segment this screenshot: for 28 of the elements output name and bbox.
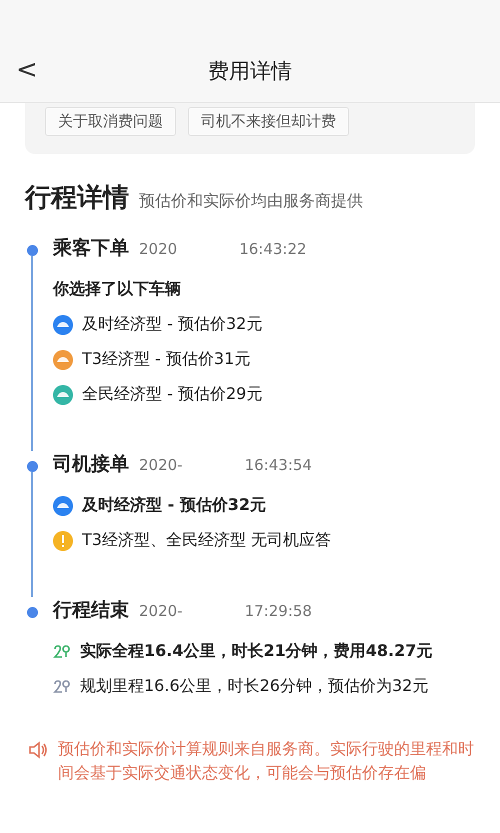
stage-title: 司机接单 [53,452,129,477]
section-title: 行程详情 [25,182,129,215]
stage-title: 行程结束 [53,598,129,623]
stage-item-text: 及时经济型 - 预估价32元 [82,495,266,516]
timeline-dot [26,461,38,472]
stage-item-text: 全民经济型 - 预估价29元 [82,384,262,405]
stage-time: 17:29:58 [244,602,312,620]
help-topic-button[interactable]: 关于取消费问题 [45,107,176,136]
stage-date: 2020 [139,240,178,258]
stage-note: 你选择了以下车辆 [53,279,182,300]
stage-time: 16:43:54 [244,456,312,474]
stage-item-text: T3经济型 - 预估价31元 [82,349,250,370]
stage-date: 2020- [139,602,183,620]
stage-date: 2020- [139,456,183,474]
notice-text: 预估价和实际价计算规则来自服务商。实际行驶的里程和时间会基于实际交通状态变化，可能会与预估价存在偏 [58,738,475,784]
stage-item-text: 实际全程16.4公里，时长21分钟，费用48.27元 [80,641,432,662]
stage-time: 16:43:22 [239,240,307,258]
page-title: 费用详情 [208,58,292,85]
help-topic-button[interactable]: 司机不来接但却计费 [188,107,349,136]
speaker-icon [28,741,48,759]
timeline-dot [26,245,38,256]
stage-title: 乘客下单 [53,236,129,261]
stage-item-text: 及时经济型 - 预估价32元 [82,314,262,335]
stage-item-text: 规划里程16.6公里，时长26分钟，预估价为32元 [80,676,428,697]
stage-item-text: T3经济型、全民经济型 无司机应答 [82,530,332,551]
section-subtitle: 预估价和实际价均由服务商提供 [139,191,363,212]
timeline-dot [26,607,38,618]
back-button[interactable]: < [12,54,42,86]
